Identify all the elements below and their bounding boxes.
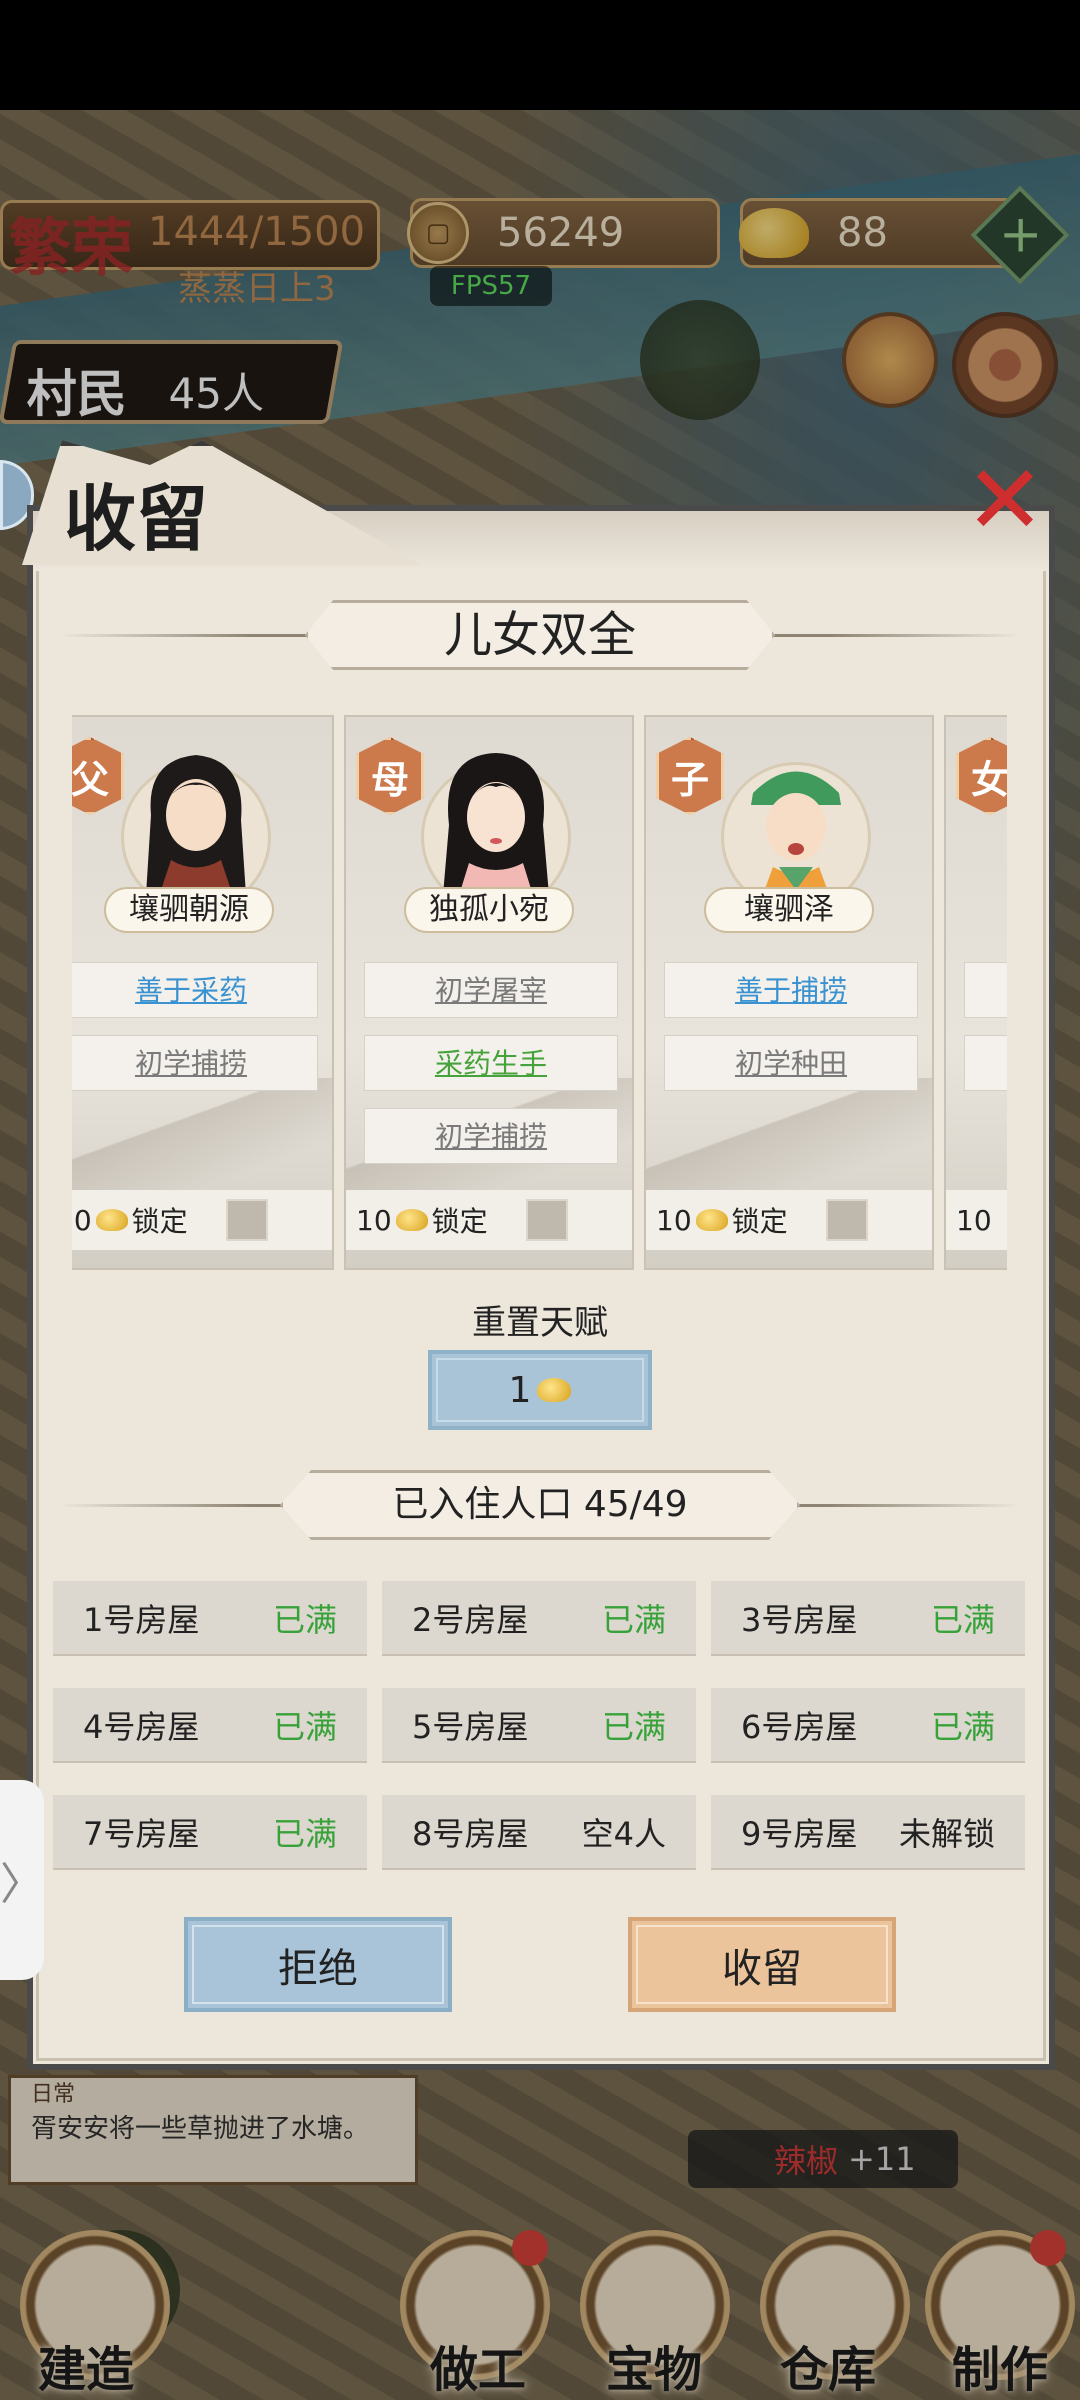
talent-link[interactable]: 初学屠宰 [364,962,618,1018]
gold-ingot-icon [95,1209,128,1231]
house-slot[interactable]: 9号房屋 未解锁 [711,1795,1025,1870]
dialog-title: 收留 [64,476,209,561]
house-slot[interactable]: 2号房屋 已满 [382,1581,696,1656]
house-status: 已满 [272,1814,337,1853]
talent-link[interactable] [964,962,1007,1018]
talent-link[interactable]: 善于捕捞 [664,962,918,1018]
house-slot[interactable]: 1号房屋 已满 [53,1581,367,1656]
lock-cost: 10 [72,1203,92,1237]
talent-link[interactable]: 善于采药 [72,962,318,1018]
house-status: 已满 [601,1600,666,1639]
role-tag-mother: 母 [356,737,424,815]
lock-cost: 10 [356,1203,392,1237]
member-name: 壤驷朝源 [104,887,274,933]
reset-talent-button[interactable]: 1 [428,1350,652,1430]
refuse-button[interactable]: 拒绝 [184,1917,452,2012]
house-status: 已满 [930,1707,995,1746]
talent-link[interactable]: 初学捕捞 [364,1108,618,1164]
mother-portrait [443,753,549,905]
gold-ingot-icon [695,1209,728,1231]
house-status: 已满 [272,1707,337,1746]
lock-row: 10 [946,1190,1007,1250]
family-type-banner: 儿女双全 [60,600,1020,670]
reset-cost: 1 [508,1369,532,1411]
talent-link[interactable]: 初学捕捞 [72,1035,318,1091]
member-name: 壤驷泽 [704,887,874,933]
house-slot[interactable]: 3号房屋 已满 [711,1581,1025,1656]
family-member-card[interactable]: 父 壤驷朝源 善于采药 初学捕捞 10 锁定 [72,715,334,1270]
lock-cost: 10 [656,1203,692,1237]
family-member-carousel[interactable]: 父 壤驷朝源 善于采药 初学捕捞 10 锁定 母 独孤小宛 初学 [72,715,1007,1270]
house-status: 已满 [272,1600,337,1639]
house-status: 未解锁 [898,1814,995,1853]
talent-link[interactable]: 初学种田 [664,1035,918,1091]
talent-link[interactable] [964,1035,1007,1091]
house-name: 8号房屋 [412,1814,529,1853]
lock-cost: 10 [956,1203,992,1237]
house-status: 已满 [601,1707,666,1746]
side-drawer-handle[interactable]: 〉 [0,1780,44,1980]
house-slot[interactable]: 5号房屋 已满 [382,1688,696,1763]
close-button[interactable]: ✕ [960,444,1050,556]
house-name: 6号房屋 [741,1707,858,1746]
mountain-backdrop [646,1078,932,1198]
lock-row: 10 锁定 [72,1190,332,1250]
house-name: 4号房屋 [83,1707,200,1746]
family-type-label: 儿女双全 [305,600,775,670]
lock-checkbox[interactable] [525,1199,568,1241]
population-label: 已入住人口 45/49 [280,1470,800,1540]
lock-label: 锁定 [731,1205,788,1238]
house-name: 1号房屋 [83,1600,200,1639]
family-member-card[interactable]: 女 10 [944,715,1007,1270]
house-slot[interactable]: 8号房屋 空4人 [382,1795,696,1870]
lock-row: 10 锁定 [346,1190,632,1250]
member-name: 独孤小宛 [404,887,574,933]
lock-row: 10 锁定 [646,1190,932,1250]
house-name: 9号房屋 [741,1814,858,1853]
house-slot[interactable]: 7号房屋 已满 [53,1795,367,1870]
father-portrait [146,755,246,905]
mountain-backdrop [72,1078,332,1198]
gold-ingot-icon [395,1209,428,1231]
lock-label: 锁定 [431,1205,488,1238]
house-status: 已满 [930,1600,995,1639]
house-status: 空4人 [581,1814,666,1853]
house-name: 5号房屋 [412,1707,529,1746]
role-tag-father: 父 [72,737,124,815]
family-member-card[interactable]: 母 独孤小宛 初学屠宰 采药生手 初学捕捞 10 锁定 [344,715,634,1270]
gold-ingot-icon [537,1378,572,1402]
lock-checkbox[interactable] [225,1199,268,1241]
house-name: 3号房屋 [741,1600,858,1639]
house-slot[interactable]: 4号房屋 已满 [53,1688,367,1763]
lock-checkbox[interactable] [825,1199,868,1241]
son-portrait [751,771,841,905]
family-member-card[interactable]: 子 壤驷泽 善于捕捞 初学种田 10 锁定 [644,715,934,1270]
population-banner: 已入住人口 45/49 [60,1470,1020,1540]
lock-label: 锁定 [131,1205,188,1238]
role-tag-son: 子 [656,737,724,815]
reset-talent-label: 重置天赋 [472,1303,608,1343]
accept-button[interactable]: 收留 [628,1917,896,2012]
house-name: 2号房屋 [412,1600,529,1639]
house-slot[interactable]: 6号房屋 已满 [711,1688,1025,1763]
talent-link[interactable]: 采药生手 [364,1035,618,1091]
role-tag-daughter: 女 [956,737,1007,815]
house-name: 7号房屋 [83,1814,200,1853]
